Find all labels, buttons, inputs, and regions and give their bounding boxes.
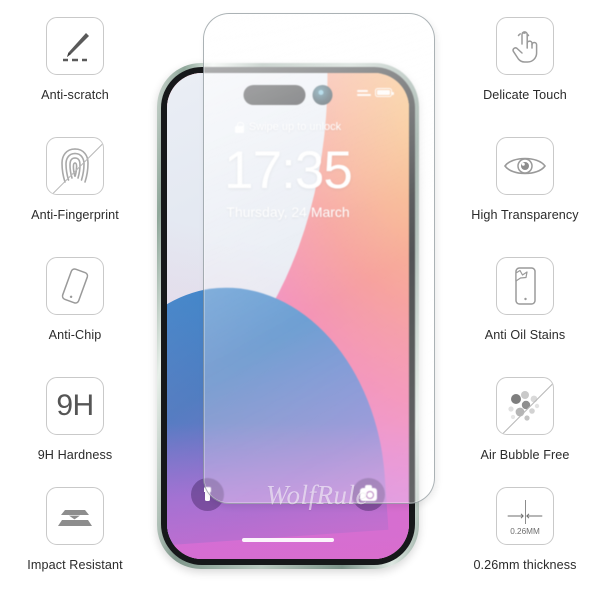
tempered-glass-overlay: [203, 13, 435, 504]
feature-9h-hardness: 9H 9H Hardness: [0, 377, 150, 462]
feature-label: 9H Hardness: [37, 448, 113, 462]
fingerprint-icon: [46, 137, 104, 195]
feature-label: Delicate Touch: [483, 88, 567, 102]
feature-impact-resistant: Impact Resistant: [0, 487, 150, 572]
thickness-icon: ⟶ ⟵ 0.26MM: [496, 487, 554, 545]
phone-tilt-icon: [46, 257, 104, 315]
product-feature-collage: Anti-scratch Anti-Fingerprint Anti-Chip …: [0, 0, 600, 600]
arrow-left-icon: ⟵: [525, 509, 543, 523]
feature-column-left: Anti-scratch Anti-Fingerprint Anti-Chip …: [0, 0, 150, 600]
feature-label: Anti-Fingerprint: [31, 208, 119, 222]
phone-oil-icon: [496, 257, 554, 315]
feature-label: Anti Oil Stains: [484, 328, 566, 342]
bubbles-icon: [496, 377, 554, 435]
touch-hand-icon: [496, 17, 554, 75]
feature-column-right: Delicate Touch High Transparency Anti Oi…: [450, 0, 600, 600]
feature-anti-scratch: Anti-scratch: [0, 17, 150, 102]
feature-label: 0.26mm thickness: [473, 558, 577, 572]
feature-label: Anti-scratch: [41, 88, 109, 102]
feature-anti-oil-stains: Anti Oil Stains: [450, 257, 600, 342]
feature-label: Impact Resistant: [27, 558, 123, 572]
feature-anti-chip: Anti-Chip: [0, 257, 150, 342]
feature-high-transparency: High Transparency: [450, 137, 600, 222]
pen-scratch-icon: [46, 17, 104, 75]
hardness-glyph: 9H: [56, 389, 94, 422]
feature-label: Anti-Chip: [48, 328, 102, 342]
arrow-right-icon: ⟶: [507, 509, 525, 523]
feature-anti-fingerprint: Anti-Fingerprint: [0, 137, 150, 222]
feature-label: High Transparency: [471, 208, 579, 222]
feature-air-bubble-free: Air Bubble Free: [450, 377, 600, 462]
eye-icon: [496, 137, 554, 195]
home-indicator: [242, 538, 334, 542]
9h-hardness-icon: 9H: [46, 377, 104, 435]
layers-impact-icon: [46, 487, 104, 545]
feature-thickness: ⟶ ⟵ 0.26MM 0.26mm thickness: [450, 487, 600, 572]
feature-delicate-touch: Delicate Touch: [450, 17, 600, 102]
feature-label: Air Bubble Free: [480, 448, 570, 462]
thickness-value: 0.26MM: [510, 527, 540, 536]
